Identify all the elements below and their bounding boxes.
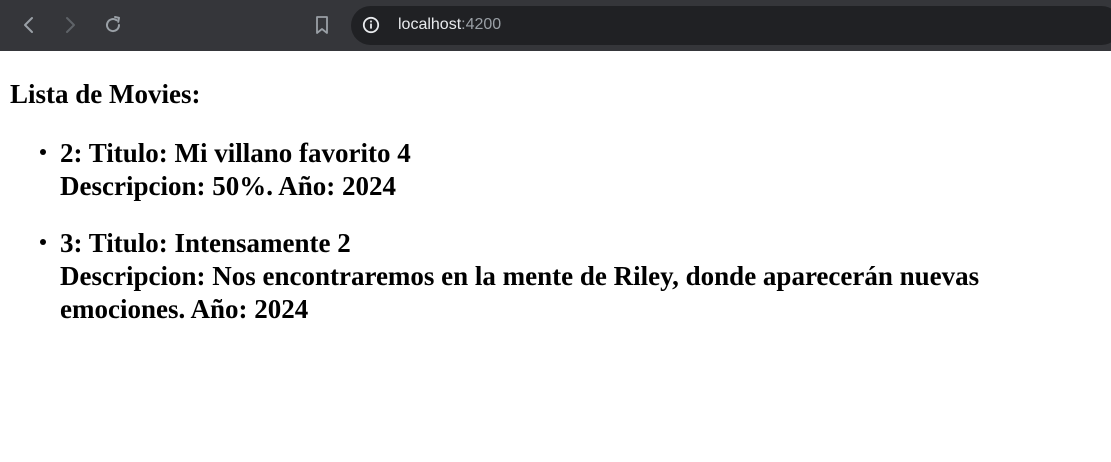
url-text: localhost:4200 <box>398 15 501 35</box>
address-bar[interactable]: localhost:4200 <box>351 6 1111 45</box>
movie-item: 2: Titulo: Mi villano favorito 4 Descrip… <box>0 137 1100 203</box>
bookmark-icon[interactable] <box>307 10 337 40</box>
url-host: localhost <box>398 16 462 33</box>
movie-text: 2: Titulo: Mi villano favorito 4 Descrip… <box>60 137 1100 203</box>
browser-toolbar: localhost:4200 <box>0 0 1111 51</box>
movie-title-line: 2: Titulo: Mi villano favorito 4 <box>60 138 411 168</box>
movie-text: 3: Titulo: Intensamente 2 Descripcion: N… <box>60 227 1100 326</box>
page-content: Lista de Movies: 2: Titulo: Mi villano f… <box>0 51 1111 462</box>
back-arrow-icon[interactable] <box>14 10 44 40</box>
bullet-icon <box>40 149 46 155</box>
movie-description-line: Descripcion: Nos encontraremos en la men… <box>60 261 980 324</box>
info-icon[interactable] <box>361 15 381 35</box>
movie-title-line: 3: Titulo: Intensamente 2 <box>60 228 351 258</box>
bullet-icon <box>40 239 46 245</box>
page-title: Lista de Movies: <box>10 79 201 109</box>
forward-arrow-icon[interactable] <box>55 10 85 40</box>
url-port: :4200 <box>461 16 502 33</box>
reload-icon[interactable] <box>98 10 128 40</box>
movie-list: 2: Titulo: Mi villano favorito 4 Descrip… <box>0 137 1100 350</box>
movie-description-line: Descripcion: 50%. Año: 2024 <box>60 171 396 201</box>
movie-item: 3: Titulo: Intensamente 2 Descripcion: N… <box>0 227 1100 326</box>
